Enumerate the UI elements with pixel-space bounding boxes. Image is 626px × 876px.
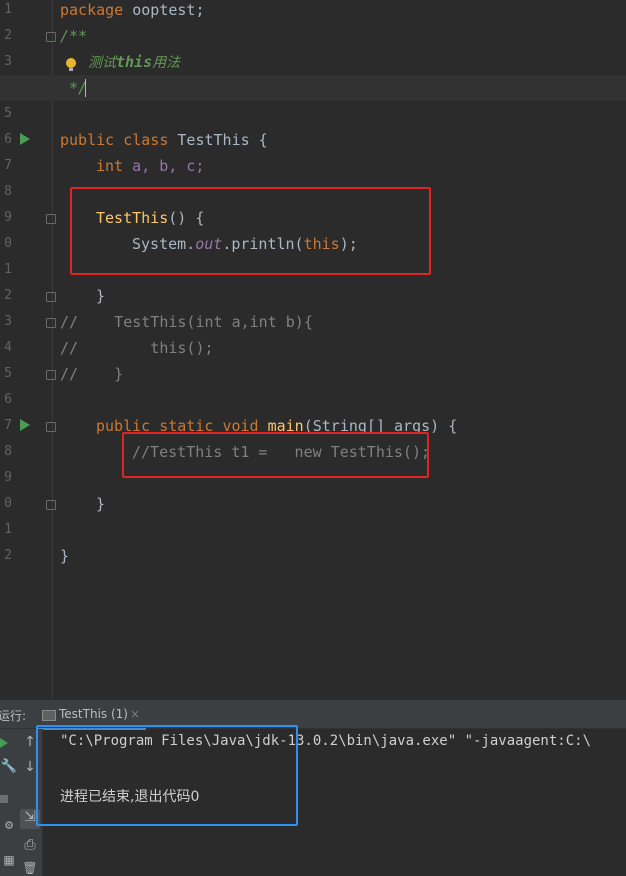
layout-icon[interactable]: ▦ <box>0 853 18 867</box>
console-icon <box>42 710 56 721</box>
line-number: 8 <box>4 184 12 199</box>
code-text: } <box>96 287 106 305</box>
run-panel-title: 运行: <box>0 709 27 723</box>
line-number: 9 <box>4 470 12 485</box>
keyword: package <box>60 1 124 19</box>
stop-icon[interactable] <box>0 795 8 803</box>
keyword: public <box>60 131 115 149</box>
code-line-12[interactable]: } <box>0 283 626 309</box>
code-line-22[interactable]: } <box>0 543 626 569</box>
doc-comment-end: */ <box>60 79 88 97</box>
code-line-6[interactable]: public class TestThis { <box>0 127 626 153</box>
code-line-2[interactable]: /** <box>0 23 626 49</box>
code-line-7[interactable]: int a, b, c; <box>0 153 626 179</box>
line-comment: // TestThis(int a,int b){ <box>60 313 313 331</box>
doc-text: 用法 <box>152 55 181 71</box>
print-icon[interactable]: ⎙ <box>21 837 39 853</box>
code-line-20[interactable]: } <box>0 491 626 517</box>
red-highlight-box <box>70 187 431 275</box>
red-highlight-box <box>122 432 429 478</box>
trash-icon[interactable]: 🗑 <box>21 861 39 875</box>
code-line-1[interactable]: package ooptest; <box>0 0 626 23</box>
doc-comment-start: /** <box>60 27 88 45</box>
code-line-15[interactable]: // } <box>0 361 626 387</box>
line-number: 6 <box>4 392 12 407</box>
line-number: 1 <box>4 262 12 277</box>
run-tab-label: TestThis (1) <box>59 707 128 721</box>
line-comment: // } <box>60 365 124 383</box>
field-declaration: a, b, c; <box>123 157 205 175</box>
doc-text: 测试 <box>88 55 116 71</box>
run-tool-window: 运行: TestThis (1) × ↑ 🔧 ↓ ⇲ ⚙ ⎙ ▦ 🗑 "C:\P… <box>0 700 626 876</box>
keyword: class <box>123 131 169 149</box>
rerun-icon[interactable] <box>0 738 8 748</box>
class-name: TestThis { <box>168 131 268 149</box>
package-name: ooptest; <box>123 1 205 19</box>
code-text: } <box>60 547 70 565</box>
close-icon[interactable]: × <box>130 707 140 721</box>
camera-icon[interactable]: ⚙ <box>0 819 18 832</box>
line-comment: // this(); <box>60 339 214 357</box>
code-text: } <box>96 495 106 513</box>
blue-highlight-box <box>36 725 298 826</box>
line-number: 1 <box>4 522 12 537</box>
code-line-3[interactable]: 测试this用法 <box>0 49 626 75</box>
keyword: int <box>96 157 124 175</box>
code-editor[interactable]: 1 2 3 4 5 6 7 8 9 0 1 2 3 4 5 6 7 8 9 0 … <box>0 0 626 700</box>
text-caret <box>85 79 86 97</box>
code-line-14[interactable]: // this(); <box>0 335 626 361</box>
code-line-13[interactable]: // TestThis(int a,int b){ <box>0 309 626 335</box>
code-line-4[interactable]: */ <box>0 75 626 101</box>
wrench-icon[interactable]: 🔧 <box>0 759 18 774</box>
doc-text-this: this <box>116 53 153 71</box>
line-number: 5 <box>4 106 12 121</box>
